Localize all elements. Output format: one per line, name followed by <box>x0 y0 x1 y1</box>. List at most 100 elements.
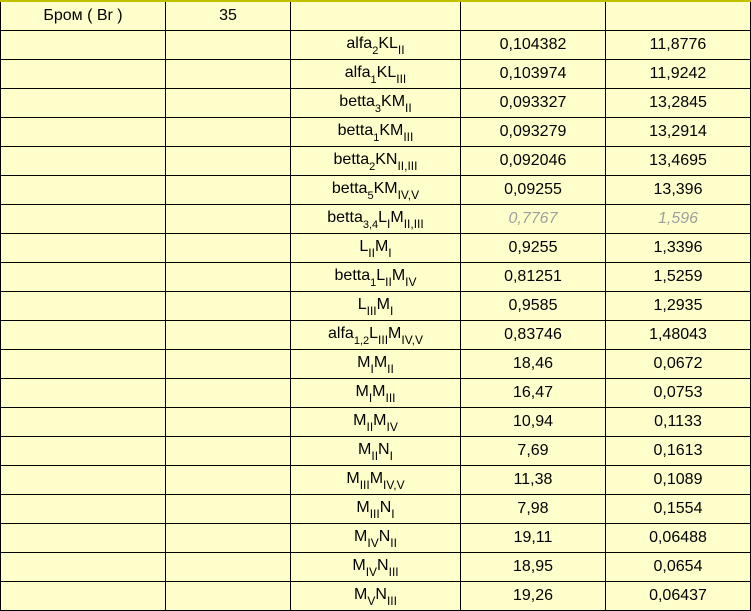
data-table: Бром ( Br ) 35 alfa2KLII0,10438211,8776a… <box>0 0 751 611</box>
table-row: betta5KMIV,V0,0925513,396 <box>1 176 751 205</box>
value2-cell: 0,0753 <box>606 379 751 408</box>
empty-cell <box>1 582 166 611</box>
value2-cell: 13,4695 <box>606 147 751 176</box>
value2-cell: 11,8776 <box>606 31 751 60</box>
line-label-cell: MIMIII <box>291 379 461 408</box>
value2-cell: 13,2845 <box>606 89 751 118</box>
empty-cell <box>166 524 291 553</box>
empty-cell <box>166 234 291 263</box>
value1-cell: 0,092046 <box>461 147 606 176</box>
empty-cell <box>1 292 166 321</box>
line-label-cell: betta1KMIII <box>291 118 461 147</box>
table-row: MIINI7,690,1613 <box>1 437 751 466</box>
line-label-cell: LIIIMI <box>291 292 461 321</box>
table-row: alfa1KLIII0,10397411,9242 <box>1 60 751 89</box>
empty-cell <box>166 89 291 118</box>
value2-cell: 13,2914 <box>606 118 751 147</box>
value2-cell: 0,06488 <box>606 524 751 553</box>
value1-cell: 10,94 <box>461 408 606 437</box>
empty-cell <box>166 176 291 205</box>
table-row: MIVNIII18,950,0654 <box>1 553 751 582</box>
empty-cell <box>606 1 751 31</box>
table-row: betta1KMIII0,09327913,2914 <box>1 118 751 147</box>
empty-cell <box>1 147 166 176</box>
line-label-cell: betta2KNII,III <box>291 147 461 176</box>
empty-cell <box>166 263 291 292</box>
value2-cell: 1,5259 <box>606 263 751 292</box>
value1-cell: 18,95 <box>461 553 606 582</box>
line-label-cell: MIVNII <box>291 524 461 553</box>
value1-cell: 19,11 <box>461 524 606 553</box>
empty-cell <box>166 292 291 321</box>
line-label-cell: betta1LIIMIV <box>291 263 461 292</box>
empty-cell <box>166 437 291 466</box>
value1-cell: 0,093279 <box>461 118 606 147</box>
value2-cell: 1,2935 <box>606 292 751 321</box>
table-row: betta1LIIMIV0,812511,5259 <box>1 263 751 292</box>
value2-cell: 0,06437 <box>606 582 751 611</box>
element-name-cell: Бром ( Br ) <box>1 1 166 31</box>
value2-cell: 0,1554 <box>606 495 751 524</box>
empty-cell <box>166 350 291 379</box>
empty-cell <box>1 466 166 495</box>
table-row: MIIIMIV,V11,380,1089 <box>1 466 751 495</box>
empty-cell <box>166 466 291 495</box>
empty-cell <box>166 321 291 350</box>
empty-cell <box>1 31 166 60</box>
table-header-row: Бром ( Br ) 35 <box>1 1 751 31</box>
value2-cell: 13,396 <box>606 176 751 205</box>
value1-cell: 0,103974 <box>461 60 606 89</box>
table-row: betta2KNII,III0,09204613,4695 <box>1 147 751 176</box>
table-row: betta3,4LIMII,III0,77671,596 <box>1 205 751 234</box>
line-label-cell: MIVNIII <box>291 553 461 582</box>
empty-cell <box>1 263 166 292</box>
value2-cell: 1,596 <box>606 205 751 234</box>
value1-cell: 7,98 <box>461 495 606 524</box>
line-label-cell: betta5KMIV,V <box>291 176 461 205</box>
table-body: Бром ( Br ) 35 alfa2KLII0,10438211,8776a… <box>1 1 751 611</box>
value1-cell: 0,9255 <box>461 234 606 263</box>
empty-cell <box>1 321 166 350</box>
table-row: alfa2KLII0,10438211,8776 <box>1 31 751 60</box>
line-label-cell: MVNIII <box>291 582 461 611</box>
empty-cell <box>461 1 606 31</box>
atomic-number-cell: 35 <box>166 1 291 31</box>
line-label-cell: MIINI <box>291 437 461 466</box>
empty-cell <box>166 379 291 408</box>
empty-cell <box>1 553 166 582</box>
value2-cell: 0,1133 <box>606 408 751 437</box>
table-row: LIIIMI0,95851,2935 <box>1 292 751 321</box>
empty-cell <box>166 147 291 176</box>
empty-cell <box>1 408 166 437</box>
table-row: MIIINI7,980,1554 <box>1 495 751 524</box>
empty-cell <box>1 437 166 466</box>
value2-cell: 0,1089 <box>606 466 751 495</box>
empty-cell <box>1 176 166 205</box>
table-row: MIIMIV10,940,1133 <box>1 408 751 437</box>
empty-cell <box>166 118 291 147</box>
value1-cell: 0,7767 <box>461 205 606 234</box>
line-label-cell: MIIMIV <box>291 408 461 437</box>
value2-cell: 0,0672 <box>606 350 751 379</box>
empty-cell <box>1 89 166 118</box>
value2-cell: 0,1613 <box>606 437 751 466</box>
empty-cell <box>166 60 291 89</box>
spreadsheet-table: Бром ( Br ) 35 alfa2KLII0,10438211,8776a… <box>0 0 751 611</box>
value1-cell: 0,9585 <box>461 292 606 321</box>
empty-cell <box>1 234 166 263</box>
line-label-cell: MIIIMIV,V <box>291 466 461 495</box>
line-label-cell: alfa1KLIII <box>291 60 461 89</box>
empty-cell <box>1 205 166 234</box>
line-label-cell: MIMII <box>291 350 461 379</box>
value2-cell: 11,9242 <box>606 60 751 89</box>
value2-cell: 0,0654 <box>606 553 751 582</box>
table-row: betta3KMII0,09332713,2845 <box>1 89 751 118</box>
empty-cell <box>166 582 291 611</box>
empty-cell <box>1 118 166 147</box>
value1-cell: 0,81251 <box>461 263 606 292</box>
value1-cell: 7,69 <box>461 437 606 466</box>
value1-cell: 16,47 <box>461 379 606 408</box>
line-label-cell: betta3,4LIMII,III <box>291 205 461 234</box>
value1-cell: 11,38 <box>461 466 606 495</box>
table-row: alfa1,2LIIIMIV,V0,837461,48043 <box>1 321 751 350</box>
